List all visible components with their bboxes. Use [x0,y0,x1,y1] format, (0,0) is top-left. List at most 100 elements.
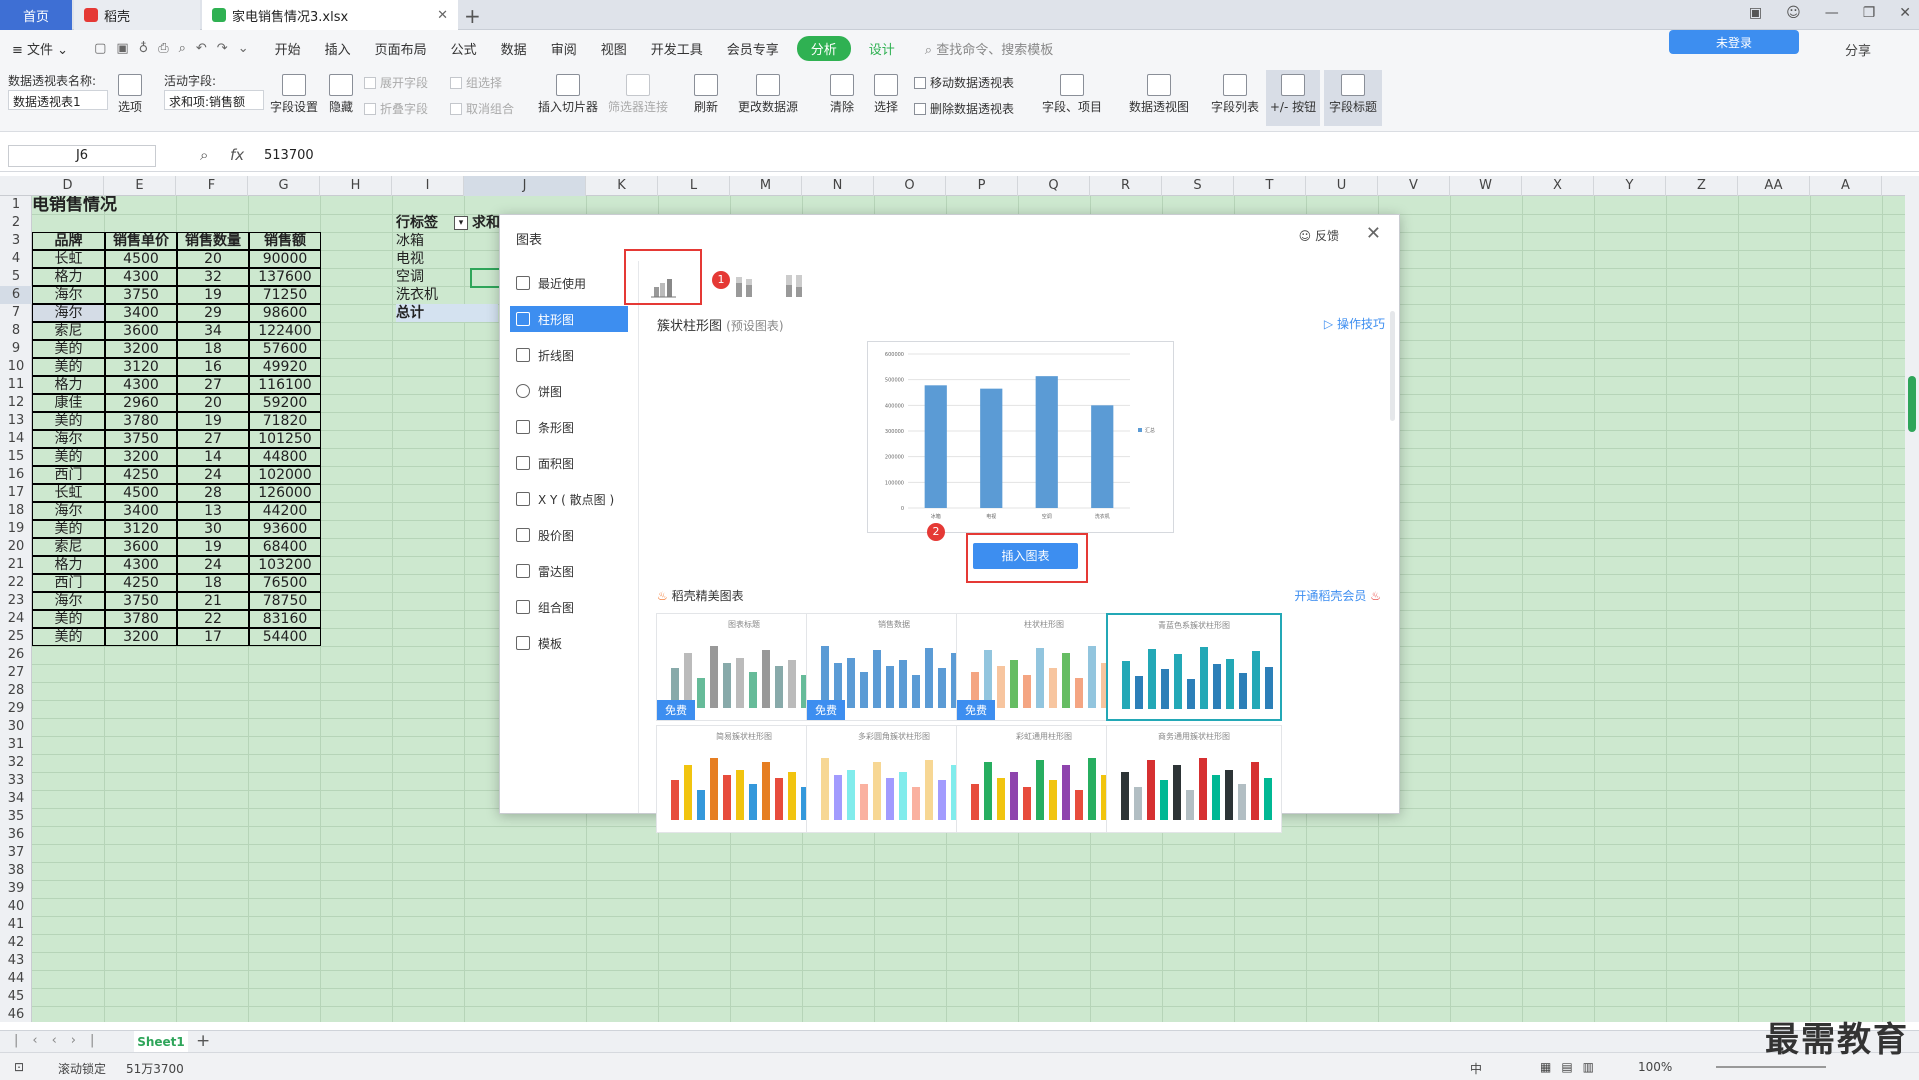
row-header[interactable]: 42 [0,934,32,952]
table-cell[interactable]: 49920 [249,358,321,376]
fx-icon[interactable]: fx [230,146,244,164]
column-header[interactable]: AA [1738,176,1810,196]
dialog-scrollbar[interactable] [1390,311,1395,421]
menu-review[interactable]: 审阅 [539,39,589,58]
expand-field-button[interactable]: 展开字段 [364,74,428,91]
row-header[interactable]: 28 [0,682,32,700]
sheet-tab-sheet1[interactable]: Sheet1 [134,1031,188,1053]
table-cell[interactable]: 24 [177,556,249,574]
table-cell[interactable]: 101250 [249,430,321,448]
column-header[interactable]: K [586,176,658,196]
table-cell[interactable]: 3200 [105,628,177,646]
row-header[interactable]: 35 [0,808,32,826]
column-header[interactable]: S [1162,176,1234,196]
column-header[interactable]: Z [1666,176,1738,196]
table-cell[interactable]: 3750 [105,592,177,610]
row-header[interactable]: 25 [0,628,32,646]
pivot-item[interactable]: 洗衣机 [396,286,468,304]
table-cell[interactable]: 海尔 [32,286,105,304]
table-cell[interactable]: 14 [177,448,249,466]
print-icon[interactable]: ⎙ [158,41,168,56]
pivot-item[interactable]: 冰箱 [396,232,468,250]
column-header[interactable]: T [1234,176,1306,196]
nav-recent[interactable]: 最近使用 [510,265,630,301]
row-header[interactable]: 23 [0,592,32,610]
table-cell[interactable]: 30 [177,520,249,538]
row-header[interactable]: 44 [0,970,32,988]
fields-items-button[interactable]: 字段、项目 [1036,74,1108,115]
menu-file[interactable]: ≡ 文件 ⌄ [0,39,80,58]
close-tab-icon[interactable]: ✕ [437,8,448,23]
table-cell[interactable]: 137600 [249,268,321,286]
row-header[interactable]: 20 [0,538,32,556]
table-cell[interactable]: 71250 [249,286,321,304]
column-header[interactable]: V [1378,176,1450,196]
table-cell[interactable]: 3780 [105,610,177,628]
delete-pivot-button[interactable]: 删除数据透视表 [914,100,1014,117]
column-header[interactable]: E [104,176,176,196]
table-cell[interactable]: 19 [177,538,249,556]
row-header[interactable]: 3 [0,232,32,250]
row-header[interactable]: 18 [0,502,32,520]
row-header[interactable]: 22 [0,574,32,592]
row-header[interactable]: 14 [0,430,32,448]
dialog-close-icon[interactable]: ✕ [1366,223,1381,244]
table-cell[interactable]: 22 [177,610,249,628]
table-cell[interactable]: 59200 [249,394,321,412]
column-header[interactable]: I [392,176,464,196]
table-cell[interactable]: 57600 [249,340,321,358]
field-settings-button[interactable]: 字段设置 [268,74,320,115]
change-source-button[interactable]: 更改数据源 [730,74,806,115]
table-cell[interactable]: 4500 [105,250,177,268]
column-header[interactable]: A [1810,176,1882,196]
table-cell[interactable]: 长虹 [32,250,105,268]
menu-insert[interactable]: 插入 [313,39,363,58]
command-search[interactable]: ⌕ 查找命令、搜索模板 [925,39,1053,58]
name-box[interactable]: J6 [8,145,156,167]
refresh-button[interactable]: 刷新 [686,74,726,115]
table-cell[interactable]: 44800 [249,448,321,466]
table-cell[interactable]: 93600 [249,520,321,538]
nav-line[interactable]: 折线图 [510,337,630,373]
menu-view[interactable]: 视图 [589,39,639,58]
row-header[interactable]: 33 [0,772,32,790]
column-header[interactable]: J [464,176,586,196]
login-button[interactable]: 未登录 [1669,30,1799,54]
active-cell-j6[interactable] [470,268,502,288]
group-selection-button[interactable]: 组选择 [450,74,502,91]
table-cell[interactable]: 21 [177,592,249,610]
row-header[interactable]: 37 [0,844,32,862]
add-sheet-icon[interactable]: + [196,1031,210,1051]
table-cell[interactable]: 27 [177,376,249,394]
formula-input[interactable]: 513700 [264,148,314,163]
header-unit-price[interactable]: 销售单价 [105,232,177,250]
table-cell[interactable]: 美的 [32,448,105,466]
table-cell[interactable]: 海尔 [32,304,105,322]
sheet-nav-icons[interactable]: |‹‹›| [14,1033,108,1048]
table-cell[interactable]: 4300 [105,268,177,286]
vip-link[interactable]: 开通稻壳会员 ♨ [1294,587,1381,604]
nav-radar[interactable]: 雷达图 [510,553,630,589]
nav-template[interactable]: 模板 [510,625,630,661]
save-icon[interactable]: ▣ [116,41,128,56]
nav-stock[interactable]: 股价图 [510,517,630,553]
active-field-input[interactable]: 求和项:销售额 [164,90,264,110]
filter-dropdown-icon[interactable]: ▾ [454,216,468,230]
column-header[interactable]: Q [1018,176,1090,196]
close-window-icon[interactable]: ✕ [1899,5,1911,21]
table-cell[interactable]: 19 [177,412,249,430]
table-cell[interactable]: 116100 [249,376,321,394]
table-cell[interactable]: 4250 [105,574,177,592]
table-cell[interactable]: 索尼 [32,538,105,556]
row-header[interactable]: 19 [0,520,32,538]
macro-icon[interactable]: ⊡ [14,1060,24,1074]
row-header[interactable]: 32 [0,754,32,772]
ungroup-button[interactable]: 取消组合 [450,100,514,117]
row-header[interactable]: 5 [0,268,32,286]
table-cell[interactable]: 美的 [32,628,105,646]
row-header[interactable]: 13 [0,412,32,430]
row-header[interactable]: 6 [0,286,32,304]
table-cell[interactable]: 3600 [105,322,177,340]
table-cell[interactable]: 4500 [105,484,177,502]
nav-column[interactable]: 柱形图 [510,306,628,332]
